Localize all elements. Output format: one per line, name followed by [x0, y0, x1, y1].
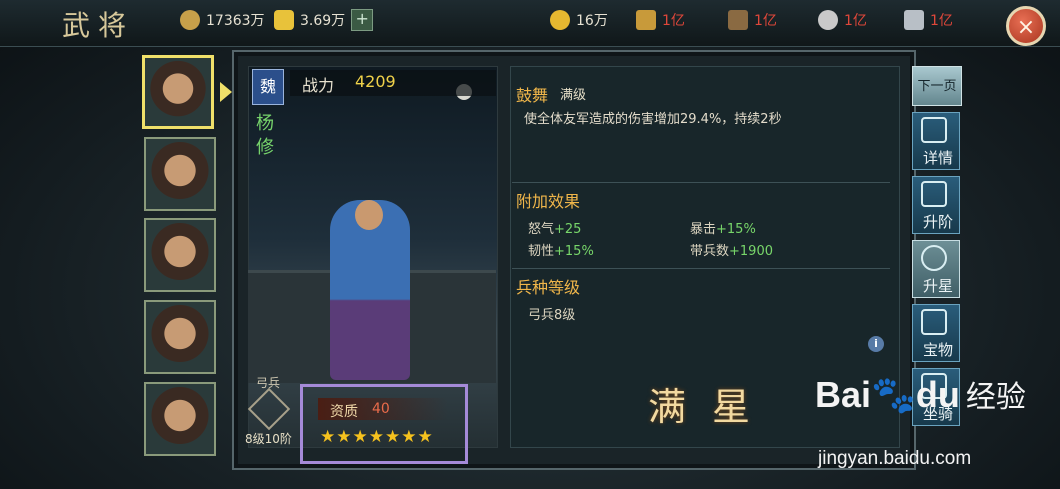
treasure-icon: [921, 309, 947, 335]
troop-level-title: 兵种等级: [516, 278, 581, 297]
hero-name: 杨修: [256, 113, 274, 158]
faction-emblem: 魏: [252, 69, 284, 105]
tab-star-up[interactable]: 升星: [912, 240, 960, 298]
hero-portrait-4[interactable]: [144, 300, 216, 374]
max-star-text: 满星: [648, 385, 777, 429]
resource-gold: 16万: [550, 8, 608, 32]
hero-portrait-5[interactable]: [144, 382, 216, 456]
hero-figure-head: [355, 200, 383, 230]
scroll-icon: [921, 117, 947, 143]
iron-icon: [904, 10, 924, 30]
skill-level: 满级: [560, 88, 587, 103]
baidu-watermark: Bai🐾du 经验: [815, 374, 1026, 415]
advance-icon: [921, 181, 947, 207]
hero-portrait-2[interactable]: [144, 137, 216, 211]
stone-icon: [818, 10, 838, 30]
page-title: 武将: [62, 9, 135, 42]
resource-ingots: 3.69万 +: [274, 8, 374, 32]
add-currency-button[interactable]: +: [351, 9, 374, 31]
tab-details[interactable]: 详情: [912, 112, 960, 170]
watermark-url: jingyan.baidu.com: [818, 448, 972, 469]
close-button[interactable]: ×: [1006, 6, 1046, 46]
stat-toughness: 韧性+15%: [528, 244, 594, 259]
tab-treasure[interactable]: 宝物: [912, 304, 960, 362]
skill-description: 使全体友军造成的伤害增加29.4%，持续2秒: [524, 112, 782, 127]
divider: [512, 268, 890, 269]
hero-portrait-3[interactable]: [144, 218, 216, 292]
hero-portrait-1[interactable]: [142, 55, 214, 129]
selected-arrow-icon: [220, 82, 232, 102]
skill-name: 鼓舞: [516, 86, 549, 105]
aptitude-highlight-box: [300, 384, 468, 464]
stat-crit: 暴击+15%: [690, 222, 756, 237]
yin-yang-icon: [921, 245, 947, 271]
resource-coins: 17363万: [180, 8, 265, 32]
gold-ingot-icon: [274, 10, 294, 30]
grain-icon: [636, 10, 656, 30]
gold-pile-icon: [550, 10, 570, 30]
resource-iron: 1亿: [904, 8, 953, 32]
info-icon[interactable]: i: [868, 336, 884, 352]
next-page-button[interactable]: 下一页: [912, 66, 962, 106]
top-bar: [0, 0, 1060, 47]
power-label: 战力: [302, 76, 335, 95]
stat-rage: 怒气+25: [528, 222, 582, 237]
resource-stone: 1亿: [818, 8, 867, 32]
troop-level-value: 弓兵8级: [528, 308, 576, 323]
resource-grain: 1亿: [636, 8, 685, 32]
coin-icon: [180, 10, 200, 30]
bonus-title: 附加效果: [516, 192, 581, 211]
wood-icon: [728, 10, 748, 30]
resource-wood: 1亿: [728, 8, 777, 32]
stat-troop-count: 带兵数+1900: [690, 244, 773, 259]
troop-level: 8级10阶: [245, 432, 292, 446]
power-value: 4209: [355, 72, 396, 91]
tab-advance[interactable]: 升阶: [912, 176, 960, 234]
divider: [512, 182, 890, 183]
